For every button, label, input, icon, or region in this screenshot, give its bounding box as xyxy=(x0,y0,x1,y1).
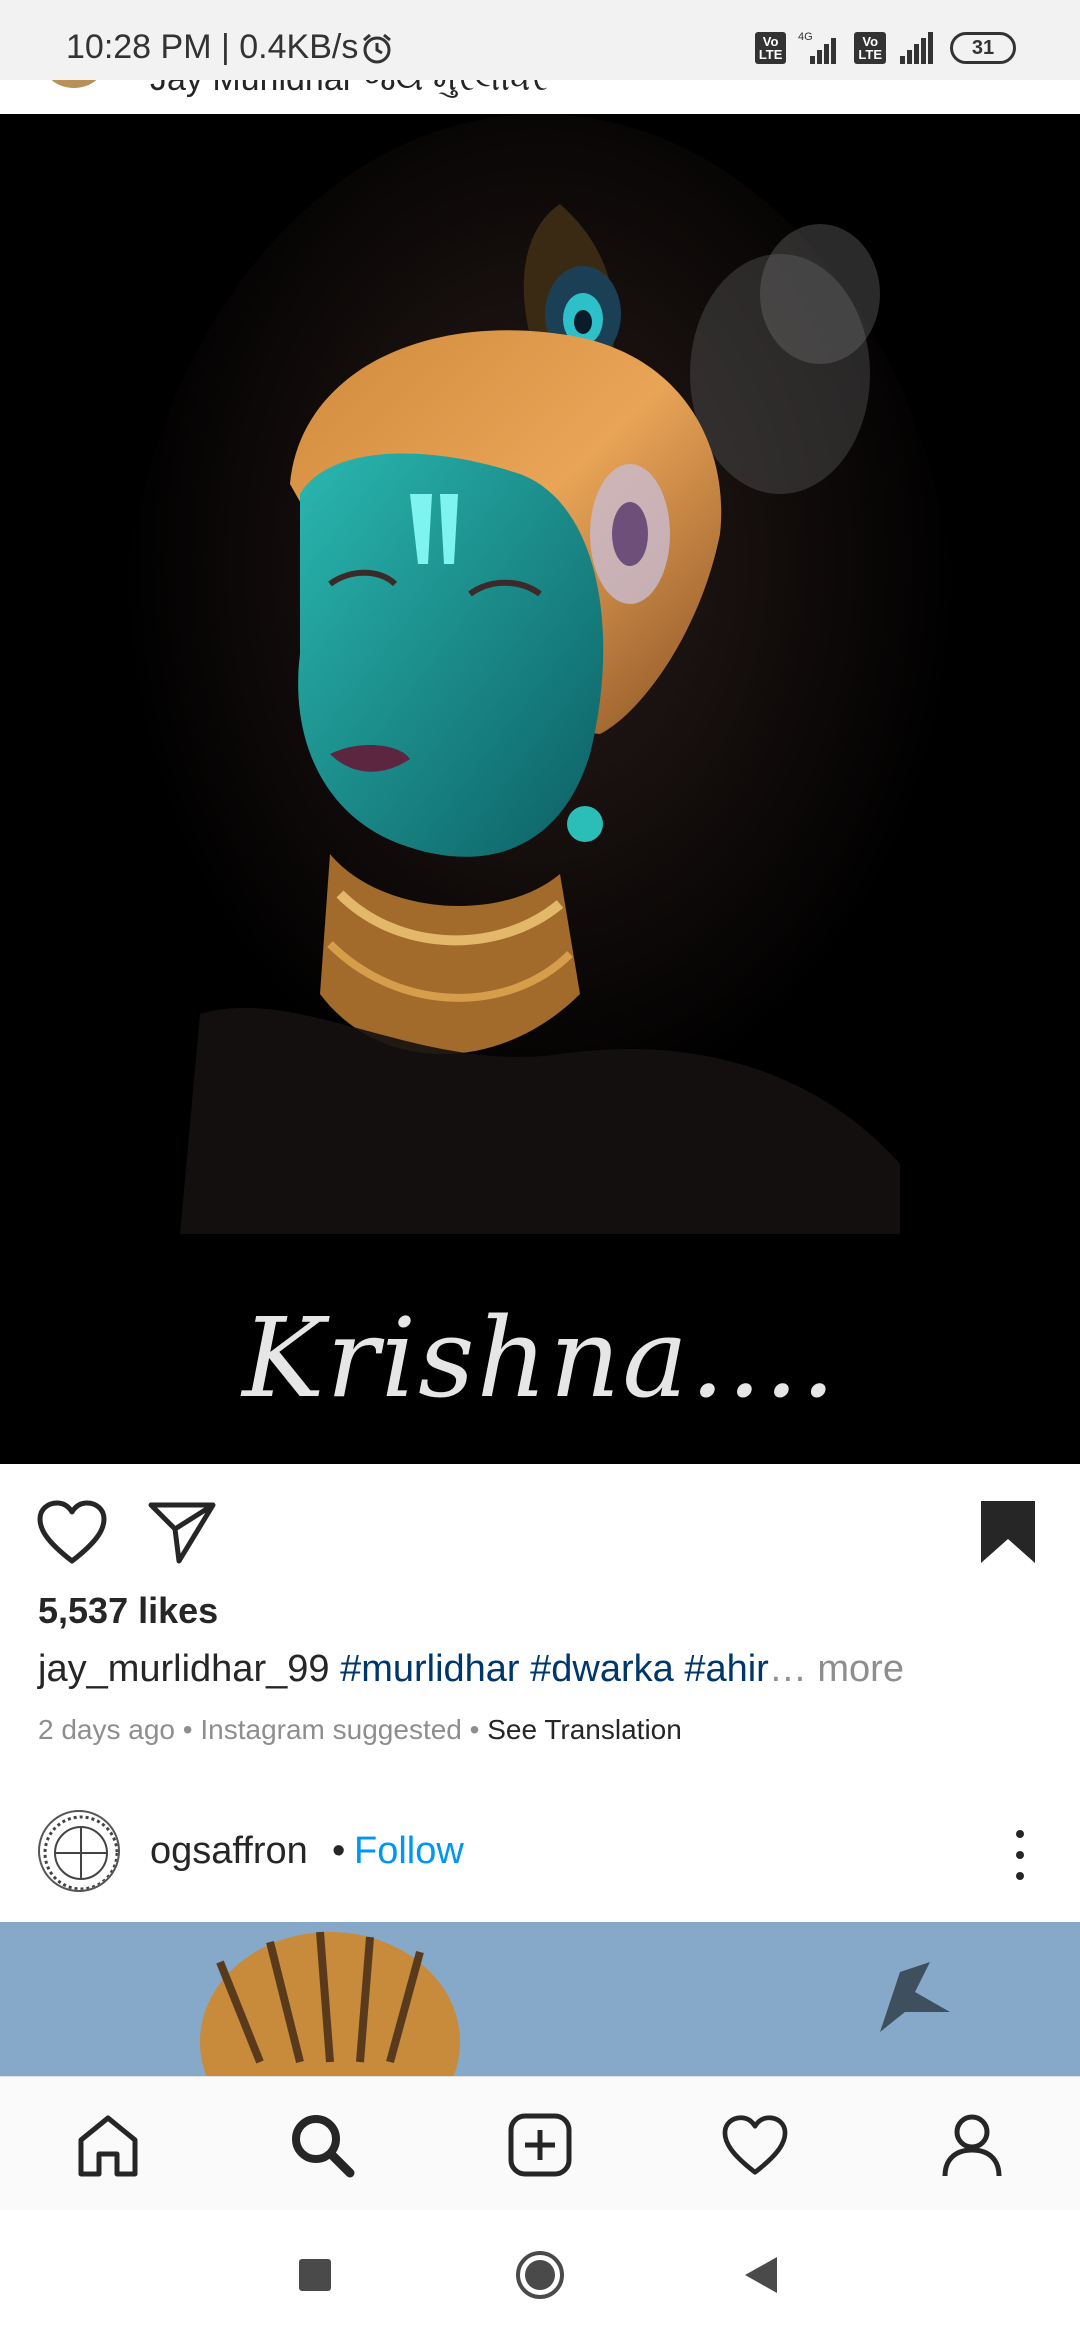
status-time: 10:28 PM | 0.4KB/s xyxy=(66,28,359,66)
svg-text:4G: 4G xyxy=(798,31,813,43)
volte-badge-2: Vo LTE xyxy=(854,32,886,64)
home-icon xyxy=(78,2115,138,2177)
post-image[interactable]: Krishna.... xyxy=(0,114,1080,1464)
meta-separator-2: • xyxy=(461,1714,488,1745)
follow-separator: • xyxy=(332,1830,346,1872)
phoenix-artwork xyxy=(0,1922,1080,2076)
triangle-back-icon xyxy=(745,2257,777,2293)
system-navigation-bar xyxy=(0,2210,1080,2340)
post-caption[interactable]: jay_murlidhar_99 #murlidhar #dwarka #ahi… xyxy=(38,1648,904,1691)
signal-4g-icon: 4G xyxy=(798,31,837,64)
plus-square-icon xyxy=(508,2113,572,2177)
bookmark-icon xyxy=(981,1501,1035,1563)
nav-home[interactable] xyxy=(68,2105,148,2185)
dot-icon xyxy=(1016,1851,1024,1859)
likes-count[interactable]: 5,537 likes xyxy=(38,1590,218,1632)
instagram-feed-screen: 10:28 PM | 0.4KB/s Vo LTE 4G Vo LTE 31 K… xyxy=(0,0,1080,2340)
seal-logo xyxy=(43,1815,118,1890)
signal-icon xyxy=(900,32,933,64)
profile-icon xyxy=(942,2114,1002,2177)
bottom-navigation xyxy=(0,2076,1080,2210)
more-options-button[interactable] xyxy=(1000,1830,1040,1880)
meta-separator: • xyxy=(175,1714,201,1745)
nav-profile[interactable] xyxy=(932,2105,1012,2185)
nav-activity[interactable] xyxy=(715,2105,795,2185)
search-icon xyxy=(292,2115,355,2178)
heart-icon xyxy=(37,1500,107,1564)
next-post-avatar[interactable] xyxy=(38,1810,120,1892)
next-post-username[interactable]: ogsaffron xyxy=(150,1830,308,1873)
krishna-artwork xyxy=(0,114,1080,1464)
status-bar: 10:28 PM | 0.4KB/s Vo LTE 4G Vo LTE 31 xyxy=(0,0,1080,80)
recents-button[interactable] xyxy=(290,2250,340,2300)
nav-search[interactable] xyxy=(282,2105,362,2185)
suggested-label: Instagram suggested xyxy=(200,1714,462,1745)
alarm-icon xyxy=(363,33,391,64)
volte-badge-1: Vo LTE xyxy=(754,32,787,64)
post-meta: 2 days ago • Instagram suggested • See T… xyxy=(38,1714,682,1746)
save-button[interactable] xyxy=(968,1492,1048,1572)
paper-plane-icon xyxy=(148,1502,216,1564)
next-post-image[interactable] xyxy=(0,1922,1080,2076)
nav-new-post[interactable] xyxy=(500,2105,580,2185)
heart-icon xyxy=(722,2115,788,2175)
like-button[interactable] xyxy=(32,1492,112,1572)
next-post-header: ogsaffron • Follow xyxy=(0,1800,1080,1920)
caption-username[interactable]: jay_murlidhar_99 xyxy=(38,1648,330,1690)
share-button[interactable] xyxy=(142,1492,222,1572)
post-actions xyxy=(0,1464,1080,1594)
circle-icon xyxy=(516,2251,564,2299)
caption-more-link[interactable]: … more xyxy=(769,1648,904,1690)
back-button[interactable] xyxy=(736,2250,786,2300)
dot-icon xyxy=(1016,1872,1024,1880)
status-indicators: Vo LTE 4G Vo LTE 31 xyxy=(754,28,1016,68)
post-time: 2 days ago xyxy=(38,1714,175,1745)
caption-hashtags[interactable]: #murlidhar #dwarka #ahir xyxy=(340,1648,769,1690)
follow-button[interactable]: Follow xyxy=(354,1830,464,1873)
see-translation-link[interactable]: See Translation xyxy=(487,1714,682,1745)
square-icon xyxy=(299,2259,331,2291)
dot-icon xyxy=(1016,1830,1024,1838)
image-script-text: Krishna.... xyxy=(242,1294,838,1422)
battery-indicator: 31 xyxy=(950,32,1016,64)
home-system-button[interactable] xyxy=(515,2250,565,2300)
